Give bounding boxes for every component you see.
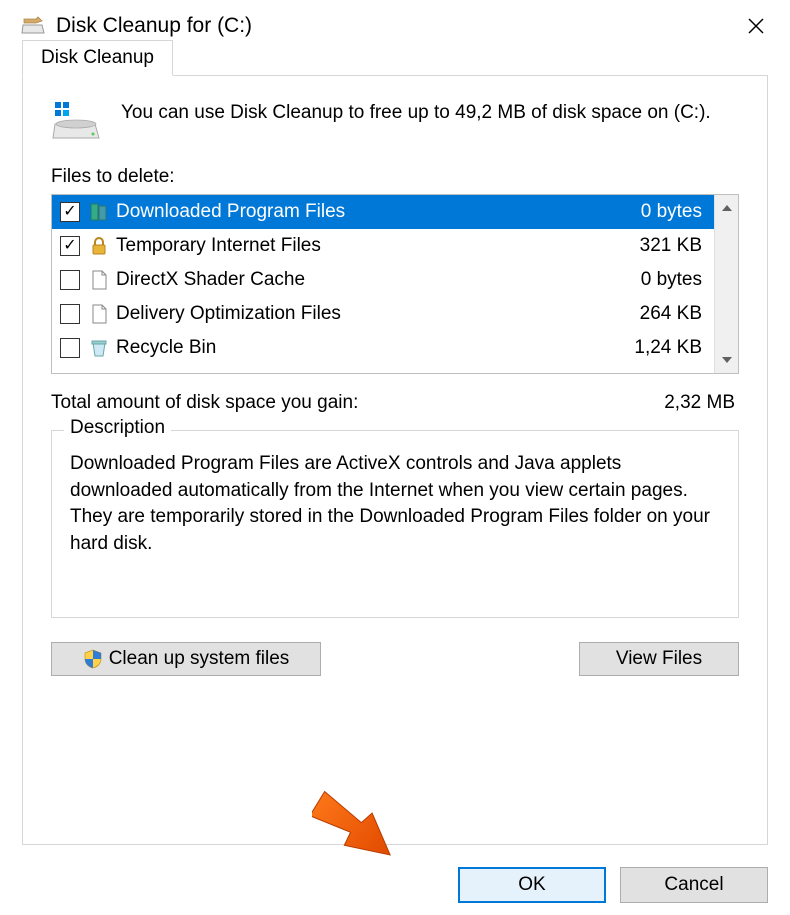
recycle-bin-icon (88, 337, 110, 359)
scroll-up-button[interactable] (715, 195, 738, 221)
window-title: Disk Cleanup for (C:) (56, 14, 252, 38)
shield-icon (83, 649, 103, 669)
file-size: 1,24 KB (634, 337, 706, 359)
description-group: Description Downloaded Program Files are… (51, 430, 739, 618)
cancel-label: Cancel (664, 874, 723, 896)
file-row[interactable]: Downloaded Program Files0 bytes (52, 195, 714, 229)
file-checkbox[interactable] (60, 304, 80, 324)
scrollbar[interactable] (714, 195, 738, 373)
view-files-button[interactable]: View Files (579, 642, 739, 676)
file-name: Temporary Internet Files (116, 235, 640, 257)
file-size: 0 bytes (641, 201, 706, 223)
clean-up-system-files-label: Clean up system files (109, 648, 290, 670)
view-files-label: View Files (616, 648, 702, 670)
file-checkbox[interactable] (60, 236, 80, 256)
file-row[interactable]: Temporary Internet Files321 KB (52, 229, 714, 263)
description-text: Downloaded Program Files are ActiveX con… (70, 451, 720, 557)
ok-button[interactable]: OK (458, 867, 606, 903)
file-row[interactable]: DirectX Shader Cache0 bytes (52, 263, 714, 297)
lock-icon (88, 235, 110, 257)
intro-text: You can use Disk Cleanup to free up to 4… (121, 100, 711, 127)
drive-icon (51, 100, 103, 144)
ok-label: OK (518, 874, 545, 896)
file-icon (88, 269, 110, 291)
total-space-label: Total amount of disk space you gain: (51, 392, 358, 414)
scroll-down-button[interactable] (715, 347, 738, 373)
file-name: Delivery Optimization Files (116, 303, 640, 325)
chevron-down-icon (722, 357, 732, 363)
close-icon (747, 17, 765, 35)
file-checkbox[interactable] (60, 270, 80, 290)
chevron-up-icon (722, 205, 732, 211)
file-row[interactable]: Recycle Bin1,24 KB (52, 331, 714, 365)
file-checkbox[interactable] (60, 202, 80, 222)
clean-up-system-files-button[interactable]: Clean up system files (51, 642, 321, 676)
file-icon (88, 303, 110, 325)
file-name: Downloaded Program Files (116, 201, 641, 223)
files-to-delete-list[interactable]: Downloaded Program Files0 bytesTemporary… (51, 194, 739, 374)
disk-cleanup-title-icon (20, 15, 46, 37)
total-space-value: 2,32 MB (664, 392, 735, 414)
program-files-icon (88, 201, 110, 223)
tab-disk-cleanup[interactable]: Disk Cleanup (22, 40, 173, 76)
files-to-delete-label: Files to delete: (23, 152, 767, 194)
description-legend: Description (64, 417, 171, 439)
file-size: 0 bytes (641, 269, 706, 291)
file-size: 264 KB (640, 303, 706, 325)
close-button[interactable] (742, 12, 770, 40)
tab-label: Disk Cleanup (41, 47, 154, 68)
file-row[interactable]: Delivery Optimization Files264 KB (52, 297, 714, 331)
file-name: Recycle Bin (116, 337, 634, 359)
file-checkbox[interactable] (60, 338, 80, 358)
file-name: DirectX Shader Cache (116, 269, 641, 291)
cancel-button[interactable]: Cancel (620, 867, 768, 903)
file-size: 321 KB (640, 235, 706, 257)
